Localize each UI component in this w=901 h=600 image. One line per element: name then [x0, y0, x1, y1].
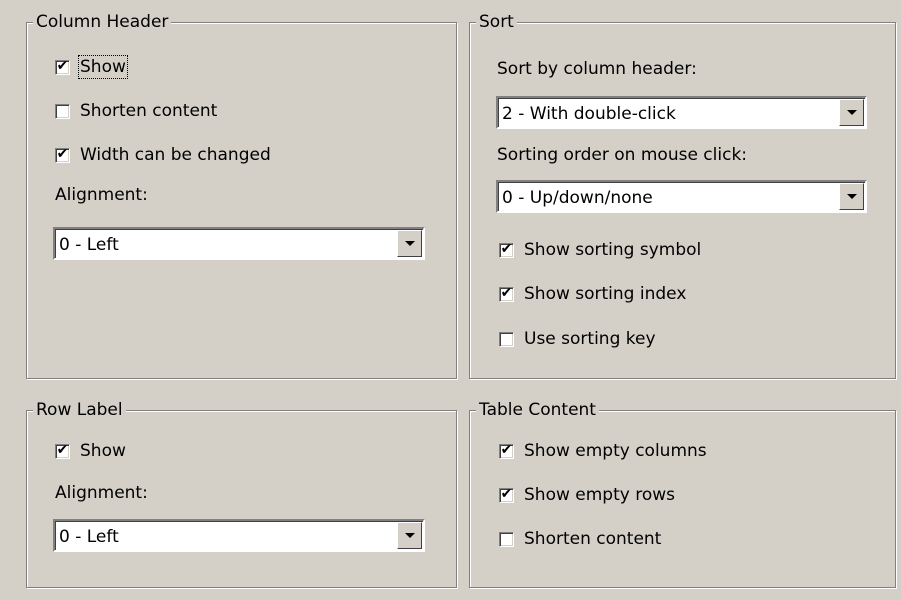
select-value: 0 - Up/down/none: [502, 188, 653, 208]
checkbox-box[interactable]: ✔: [55, 441, 70, 459]
checkbox-label: Width can be changed: [80, 145, 271, 165]
table-content-shorten-checkbox[interactable]: Shorten content: [499, 529, 661, 549]
chevron-down-icon: [847, 110, 857, 115]
check-icon: ✔: [56, 441, 69, 458]
checkbox-box[interactable]: [55, 103, 70, 119]
chevron-down-icon: [405, 533, 415, 538]
check-icon: ✔: [500, 485, 513, 502]
checkbox-label: Use sorting key: [524, 329, 656, 349]
column-header-shorten-checkbox[interactable]: Shorten content: [55, 101, 217, 121]
row-label-group: Row Label ✔ Show Alignment: 0 - Left: [26, 399, 457, 588]
checkbox-box[interactable]: [499, 531, 514, 547]
checkbox-box[interactable]: ✔: [499, 485, 514, 503]
show-sorting-symbol-checkbox[interactable]: ✔ Show sorting symbol: [499, 240, 701, 260]
check-icon: ✔: [500, 240, 513, 257]
chevron-down-icon: [847, 194, 857, 199]
check-icon: [56, 103, 69, 116]
show-empty-rows-checkbox[interactable]: ✔ Show empty rows: [499, 485, 675, 505]
row-label-alignment-label: Alignment:: [55, 483, 148, 503]
checkbox-box[interactable]: ✔: [499, 441, 514, 459]
select-value: 0 - Left: [59, 527, 119, 547]
dropdown-button[interactable]: [397, 230, 422, 257]
check-icon: ✔: [56, 145, 69, 162]
sort-group: Sort Sort by column header: 2 - With dou…: [469, 11, 896, 379]
column-header-show-checkbox[interactable]: ✔ Show: [55, 55, 128, 79]
checkbox-label: Show sorting index: [524, 284, 687, 304]
sort-by-header-select[interactable]: 2 - With double-click: [496, 96, 867, 129]
sort-by-header-label: Sort by column header:: [497, 59, 697, 79]
checkbox-box[interactable]: ✔: [499, 284, 514, 302]
use-sorting-key-checkbox[interactable]: Use sorting key: [499, 329, 656, 349]
select-value: 0 - Left: [59, 235, 119, 255]
sort-order-label: Sorting order on mouse click:: [497, 145, 748, 165]
checkbox-label: Shorten content: [524, 529, 662, 549]
column-header-alignment-label: Alignment:: [55, 185, 148, 205]
check-icon: ✔: [500, 441, 513, 458]
checkbox-box[interactable]: [499, 331, 514, 347]
sort-order-select[interactable]: 0 - Up/down/none: [496, 180, 867, 213]
table-content-title: Table Content: [476, 399, 599, 421]
checkbox-box[interactable]: ✔: [499, 240, 514, 258]
check-icon: ✔: [56, 57, 69, 74]
show-empty-columns-checkbox[interactable]: ✔ Show empty columns: [499, 441, 707, 461]
checkbox-label: Show: [78, 55, 128, 79]
checkbox-label: Show: [80, 441, 126, 461]
check-icon: [500, 531, 513, 544]
checkbox-label: Shorten content: [80, 101, 218, 121]
checkbox-box[interactable]: ✔: [55, 57, 70, 75]
row-label-alignment-select[interactable]: 0 - Left: [53, 519, 425, 552]
check-icon: ✔: [500, 284, 513, 301]
row-label-show-checkbox[interactable]: ✔ Show: [55, 441, 126, 461]
dropdown-button[interactable]: [839, 99, 864, 126]
checkbox-box[interactable]: ✔: [55, 145, 70, 163]
sort-title: Sort: [476, 11, 517, 33]
row-label-title: Row Label: [33, 399, 126, 421]
check-icon: [500, 331, 513, 344]
checkbox-label: Show empty rows: [524, 485, 675, 505]
dropdown-button[interactable]: [839, 183, 864, 210]
select-value: 2 - With double-click: [502, 104, 676, 124]
column-header-title: Column Header: [33, 11, 172, 33]
checkbox-label: Show sorting symbol: [524, 240, 702, 260]
table-content-group: Table Content ✔ Show empty columns ✔ Sho…: [469, 399, 896, 588]
column-header-group: Column Header ✔ Show Shorten content ✔ W…: [26, 11, 457, 379]
dropdown-button[interactable]: [397, 522, 422, 549]
column-header-alignment-select[interactable]: 0 - Left: [53, 227, 425, 260]
chevron-down-icon: [405, 241, 415, 246]
show-sorting-index-checkbox[interactable]: ✔ Show sorting index: [499, 284, 686, 304]
checkbox-label: Show empty columns: [524, 441, 707, 461]
column-header-width-checkbox[interactable]: ✔ Width can be changed: [55, 145, 271, 165]
